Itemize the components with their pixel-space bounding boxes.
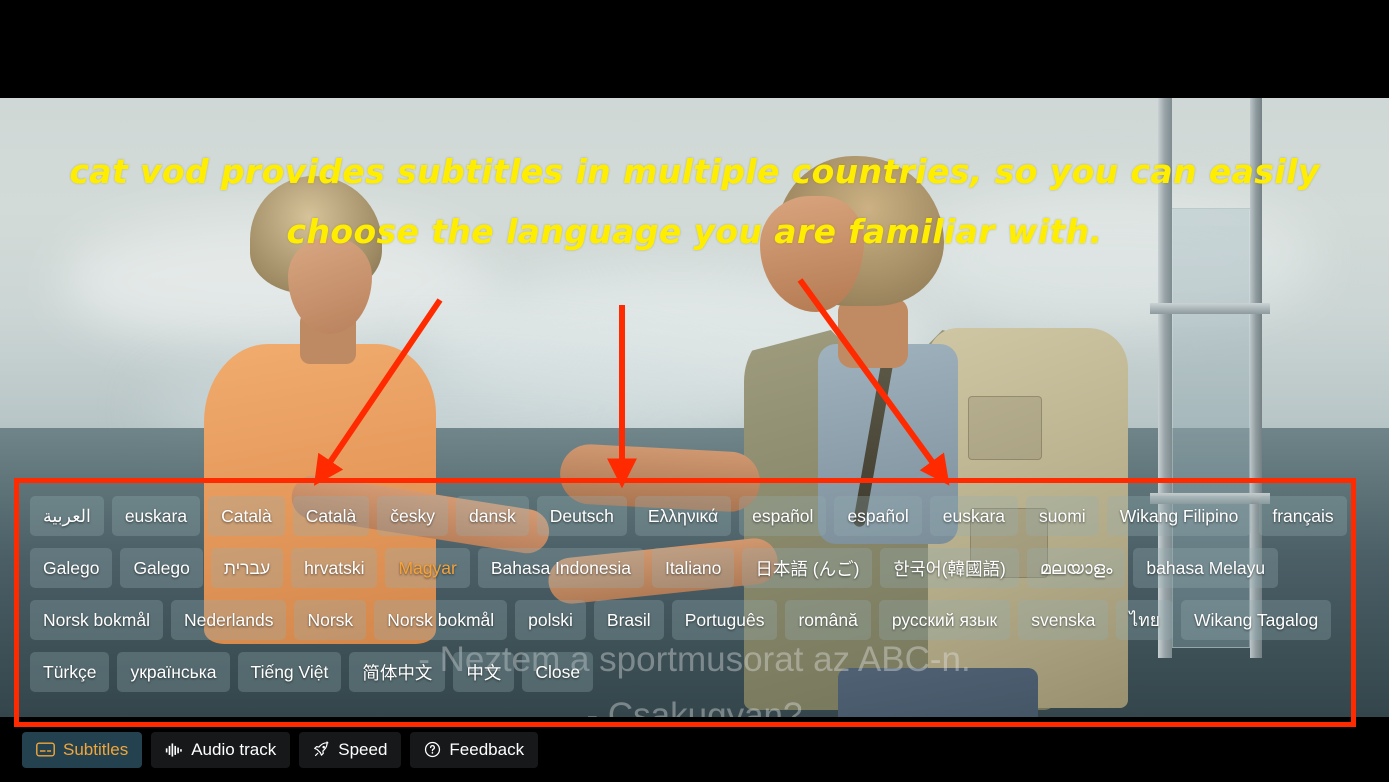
- language-option[interactable]: svenska: [1018, 600, 1109, 640]
- language-option[interactable]: česky: [377, 496, 449, 536]
- language-option[interactable]: Magyar: [385, 548, 470, 588]
- speed-button[interactable]: Speed: [299, 731, 402, 768]
- control-label: Audio track: [191, 739, 277, 759]
- close-button[interactable]: Close: [522, 652, 594, 692]
- language-row: العربية euskara Català Català česky dansk Deut…: [30, 494, 1347, 538]
- language-option[interactable]: українська: [117, 652, 230, 692]
- language-option[interactable]: Català: [208, 496, 285, 536]
- language-option[interactable]: 中文: [453, 652, 515, 692]
- control-label: Speed: [338, 739, 388, 759]
- language-option[interactable]: Bahasa Indonesia: [477, 548, 644, 588]
- language-option[interactable]: Galego: [30, 548, 113, 588]
- language-option[interactable]: Tiếng Việt: [237, 652, 342, 692]
- language-option[interactable]: Deutsch: [536, 496, 627, 536]
- language-option[interactable]: עברית: [210, 548, 284, 588]
- letterbox-top: [0, 0, 1389, 98]
- language-option[interactable]: Italiano: [651, 548, 735, 588]
- language-option[interactable]: bahasa Melayu: [1133, 548, 1279, 588]
- subtitles-icon: [36, 742, 55, 757]
- language-option[interactable]: ไทย: [1116, 600, 1174, 640]
- language-option[interactable]: hrvatski: [291, 548, 378, 588]
- language-option[interactable]: Ελληνικά: [634, 496, 732, 536]
- language-option[interactable]: español: [834, 496, 922, 536]
- video-player-screen: - Neztem a sportmusorat az ABC-n. - Csak…: [0, 0, 1389, 782]
- language-option[interactable]: euskara: [111, 496, 201, 536]
- language-option[interactable]: français: [1259, 496, 1347, 536]
- language-row: Türkçe українська Tiếng Việt 简体中文 中文 Close: [30, 650, 1340, 694]
- language-row: Galego Galego עברית hrvatski Magyar Bahasa In…: [30, 546, 1340, 590]
- language-option[interactable]: polski: [515, 600, 586, 640]
- control-label: Feedback: [449, 739, 525, 759]
- control-label: Subtitles: [63, 739, 129, 759]
- audio-track-icon: [165, 742, 183, 758]
- language-option[interactable]: русский язык: [878, 600, 1011, 640]
- language-option[interactable]: Türkçe: [30, 652, 110, 692]
- language-option[interactable]: español: [739, 496, 827, 536]
- language-option[interactable]: Norsk bokmål: [374, 600, 508, 640]
- language-option[interactable]: dansk: [456, 496, 529, 536]
- language-option[interactable]: Wikang Filipino: [1106, 496, 1252, 536]
- rocket-icon: [313, 741, 330, 758]
- language-option[interactable]: العربية: [30, 496, 104, 536]
- language-option[interactable]: Català: [292, 496, 370, 536]
- subtitles-button[interactable]: Subtitles: [22, 731, 143, 768]
- audio-track-button[interactable]: Audio track: [151, 731, 291, 768]
- language-option[interactable]: suomi: [1026, 496, 1099, 536]
- language-option[interactable]: Português: [671, 600, 778, 640]
- language-row: Norsk bokmål Nederlands Norsk Norsk bokmål p…: [30, 598, 1340, 642]
- language-option[interactable]: română: [785, 600, 871, 640]
- language-option[interactable]: 简体中文: [349, 652, 446, 692]
- language-option[interactable]: 日本語 (んご): [742, 548, 873, 588]
- feedback-button[interactable]: Feedback: [410, 731, 539, 768]
- language-option[interactable]: euskara: [929, 496, 1019, 536]
- question-circle-icon: [424, 741, 441, 758]
- language-option[interactable]: Brasil: [593, 600, 664, 640]
- player-control-bar[interactable]: Subtitles Audio track Speed Feedback: [0, 717, 1389, 782]
- language-option[interactable]: Nederlands: [170, 600, 287, 640]
- language-option[interactable]: മലയാളം: [1026, 548, 1126, 588]
- language-option[interactable]: 한국어(韓國語): [880, 548, 1019, 588]
- language-option[interactable]: Wikang Tagalog: [1181, 600, 1332, 640]
- language-option[interactable]: Galego: [120, 548, 203, 588]
- language-option[interactable]: Norsk: [294, 600, 367, 640]
- railing-rung: [1150, 303, 1270, 314]
- subtitle-language-panel[interactable]: العربية euskara Català Català česky dansk Deut…: [22, 488, 1348, 716]
- language-option[interactable]: Norsk bokmål: [30, 600, 163, 640]
